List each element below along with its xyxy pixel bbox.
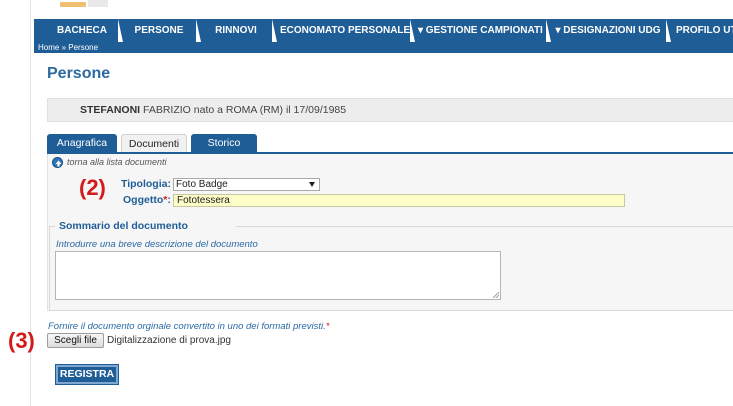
nav-separator (272, 19, 277, 42)
nav-separator (118, 19, 123, 42)
oggetto-input[interactable]: Fototessera (173, 194, 625, 207)
file-hint: Fornire il documento orginale convertito… (48, 321, 329, 332)
breadcrumb-separator: » (59, 43, 69, 52)
tab-documenti[interactable]: Documenti (121, 134, 187, 153)
annotation-step-3: (3) (8, 328, 35, 353)
fieldset-border (49, 226, 55, 227)
back-to-document-list-link[interactable]: torna alla lista documenti (67, 157, 167, 167)
nav-separator (410, 19, 415, 42)
nav-tab-persone[interactable]: PERSONE (126, 19, 192, 42)
required-marker: * (325, 321, 330, 332)
selected-file-name: Digitalizzazione di prova.jpg (107, 335, 231, 346)
oggetto-label-colon: : (167, 194, 171, 206)
person-summary: STEFANONI FABRIZIO nato a ROMA (RM) il 1… (47, 98, 733, 122)
file-hint-text: Fornire il documento orginale convertito… (48, 321, 326, 332)
arrow-up-icon[interactable] (52, 157, 63, 168)
logo (60, 0, 120, 8)
breadcrumb-home[interactable]: Home (38, 43, 59, 52)
choose-file-button[interactable]: Scegli file (47, 333, 104, 348)
nav-tab-designazioni-udg[interactable]: ▾ DESIGNAZIONI UDG (554, 19, 662, 42)
nav-separator (196, 19, 201, 42)
page-title: Persone (47, 65, 111, 82)
breadcrumb: Home » Persone (34, 42, 733, 53)
summary-legend: Sommario del documento (59, 220, 188, 232)
summary-hint: Introdurre una breve descrizione del doc… (56, 239, 258, 250)
nav-tab-gestione-campionati[interactable]: ▾ GESTIONE CAMPIONATI (418, 19, 543, 42)
nav-tab-bacheca[interactable]: BACHECA (52, 19, 112, 42)
nav-tab-profilo-utente[interactable]: PROFILO UT (676, 19, 733, 42)
nav-separator (666, 19, 671, 42)
oggetto-label: Oggetto*: (123, 194, 171, 206)
oggetto-label-text: Oggetto (123, 194, 164, 206)
nav-tab-economato-personale[interactable]: ECONOMATO PERSONALE (280, 19, 410, 42)
register-button[interactable]: REGISTRA (55, 364, 119, 385)
tab-storico[interactable]: Storico (191, 134, 257, 153)
tipologia-select[interactable]: Foto Badge (173, 178, 320, 191)
fieldset-border (236, 226, 733, 227)
person-surname: STEFANONI (80, 104, 141, 116)
nav-tab-rinnovi[interactable]: RINNOVI (204, 19, 268, 42)
nav-separator (546, 19, 551, 42)
tipologia-label: Tipologia: (121, 178, 171, 190)
tipologia-selected-value: Foto Badge (176, 179, 228, 190)
summary-textarea[interactable] (55, 251, 501, 300)
chevron-down-icon (309, 182, 315, 187)
resize-grip-icon[interactable] (493, 292, 499, 298)
person-details: FABRIZIO nato a ROMA (RM) il 17/09/1985 (140, 104, 347, 116)
annotation-step-2: (2) (79, 175, 106, 200)
breadcrumb-current: Persone (68, 43, 99, 52)
tab-anagrafica[interactable]: Anagrafica (47, 134, 117, 153)
